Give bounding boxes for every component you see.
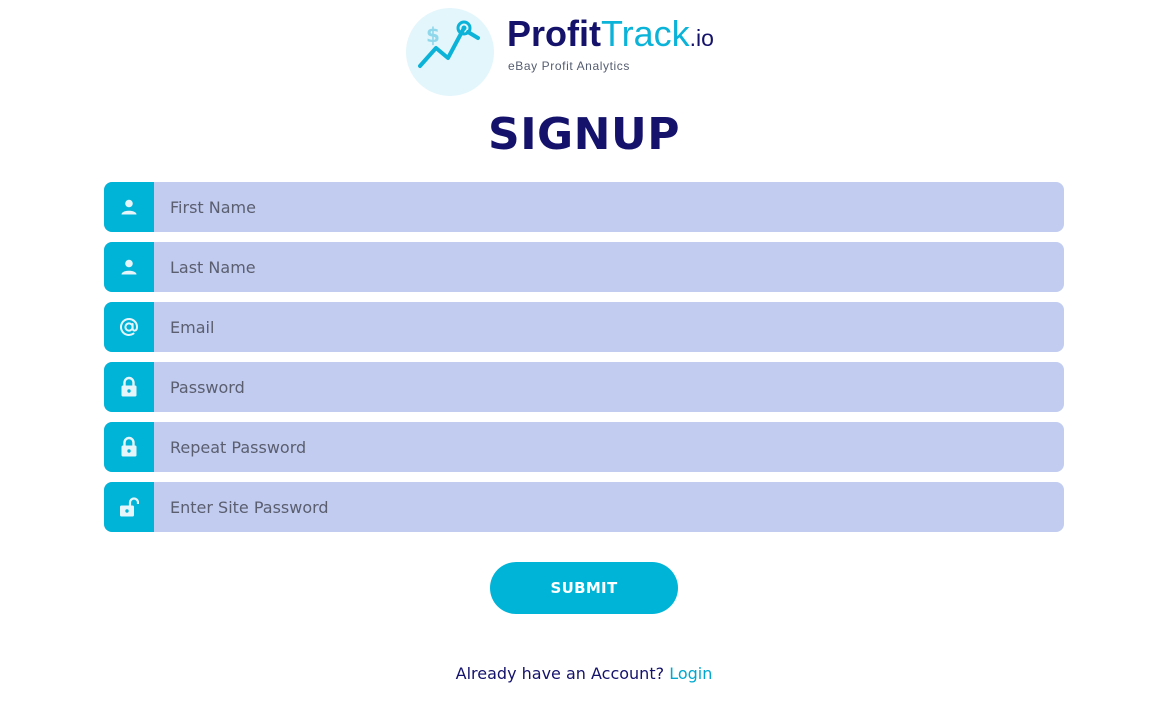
email-input[interactable] <box>154 302 1064 352</box>
chart-magnifier-icon: $ <box>406 8 494 96</box>
logo-wordmark: ProfitTrack.io <box>507 14 714 58</box>
first-name-input[interactable] <box>154 182 1064 232</box>
lock-icon <box>104 422 154 472</box>
at-icon <box>104 302 154 352</box>
logo-name-part2: Track <box>601 13 690 54</box>
password-field-group <box>104 362 1064 412</box>
repeat-password-input[interactable] <box>154 422 1064 472</box>
login-prompt: Already have an Account? Login <box>0 664 1168 683</box>
signup-page: $ ProfitTrack.io eBay Profit Analytics S… <box>0 0 1168 703</box>
site-password-input[interactable] <box>154 482 1064 532</box>
user-icon <box>104 182 154 232</box>
logo-tagline: eBay Profit Analytics <box>508 59 630 73</box>
svg-text:$: $ <box>426 23 440 47</box>
password-input[interactable] <box>154 362 1064 412</box>
email-field-group <box>104 302 1064 352</box>
unlock-icon <box>104 482 154 532</box>
site-password-field-group <box>104 482 1064 532</box>
logo: $ ProfitTrack.io eBay Profit Analytics <box>406 8 726 96</box>
logo-name-part1: Profit <box>507 13 601 54</box>
login-link[interactable]: Login <box>669 664 712 683</box>
last-name-field-group <box>104 242 1064 292</box>
login-prompt-text: Already have an Account? <box>455 664 665 683</box>
last-name-input[interactable] <box>154 242 1064 292</box>
first-name-field-group <box>104 182 1064 232</box>
lock-icon <box>104 362 154 412</box>
page-title: SIGNUP <box>488 109 680 160</box>
repeat-password-field-group <box>104 422 1064 472</box>
submit-button[interactable]: SUBMIT <box>490 562 678 614</box>
logo-name-suffix: .io <box>689 25 714 51</box>
user-icon <box>104 242 154 292</box>
